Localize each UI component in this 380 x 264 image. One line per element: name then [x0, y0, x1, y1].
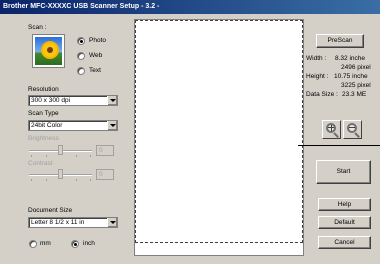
photo-preview-icon	[32, 34, 65, 68]
contrast-slider-thumb[interactable]	[58, 169, 63, 179]
contrast-tick	[90, 179, 91, 181]
prescan-button[interactable]: PreScan	[316, 34, 364, 48]
brightness-slider-thumb[interactable]	[58, 145, 63, 155]
brightness-tick	[31, 155, 32, 157]
zoom-in-icon[interactable]	[322, 120, 341, 139]
info-width-label: Width :	[306, 55, 327, 62]
resolution-value: 300 x 300 dpi	[31, 97, 71, 104]
brightness-label: Brightness	[28, 135, 59, 142]
scan-type-value: 24bit Color	[31, 122, 63, 129]
zoom-out-icon[interactable]	[343, 120, 362, 139]
info-width-inches: 8.32 inche	[335, 55, 365, 62]
info-height-inches: 10.75 inche	[334, 73, 368, 80]
title-bar: Brother MFC-XXXXC USB Scanner Setup - 3.…	[0, 0, 380, 14]
scan-area-selection[interactable]	[135, 20, 303, 243]
resolution-dropdown[interactable]: 300 x 300 dpi	[28, 95, 118, 106]
document-size-label: Document Size	[28, 207, 73, 214]
document-size-value: Letter 8 1/2 x 11 in	[31, 219, 85, 226]
help-button[interactable]: Help	[318, 198, 371, 211]
unit-mm-radio[interactable]	[29, 240, 37, 248]
contrast-tick	[76, 179, 77, 181]
contrast-tick	[46, 179, 47, 181]
contrast-value-box: 0	[96, 169, 114, 180]
chevron-down-icon[interactable]	[107, 96, 117, 105]
info-height-label: Height :	[306, 73, 329, 80]
scan-text-label: Text	[89, 67, 101, 74]
info-width-pixels: 2496 pixel	[341, 64, 371, 71]
brightness-tick	[90, 155, 91, 157]
default-button[interactable]: Default	[318, 216, 371, 229]
document-size-dropdown[interactable]: Letter 8 1/2 x 11 in	[28, 217, 118, 228]
scan-photo-radio[interactable]	[77, 37, 85, 45]
start-button[interactable]: Start	[316, 160, 371, 184]
scan-type-dropdown[interactable]: 24bit Color	[28, 120, 118, 131]
unit-inch-radio[interactable]	[71, 240, 79, 248]
scan-label: Scan :	[28, 24, 47, 31]
scan-web-label: Web	[89, 52, 103, 59]
brightness-tick	[46, 155, 47, 157]
scan-type-label: Scan Type	[28, 110, 59, 117]
unit-mm-label: mm	[40, 240, 51, 247]
scan-photo-label: Photo	[89, 37, 106, 44]
resolution-label: Resolution	[28, 86, 59, 93]
brightness-value-box: 0	[96, 145, 114, 156]
scan-web-radio[interactable]	[77, 52, 85, 60]
chevron-down-icon[interactable]	[107, 121, 117, 130]
info-height-pixels: 3225 pixel	[341, 82, 371, 89]
window-title: Brother MFC-XXXXC USB Scanner Setup - 3.…	[3, 3, 160, 10]
brightness-tick	[76, 155, 77, 157]
cancel-button[interactable]: Cancel	[318, 236, 371, 249]
info-data-size-value: 23.3 ME	[342, 91, 367, 98]
info-data-size-label: Data Size :	[306, 91, 338, 98]
contrast-tick	[31, 179, 32, 181]
contrast-label: Contrast	[28, 160, 53, 167]
scan-text-radio[interactable]	[77, 67, 85, 75]
callout-line	[298, 145, 380, 146]
chevron-down-icon[interactable]	[107, 218, 117, 227]
scanner-setup-window: Brother MFC-XXXXC USB Scanner Setup - 3.…	[0, 0, 380, 264]
unit-inch-label: inch	[83, 240, 95, 247]
